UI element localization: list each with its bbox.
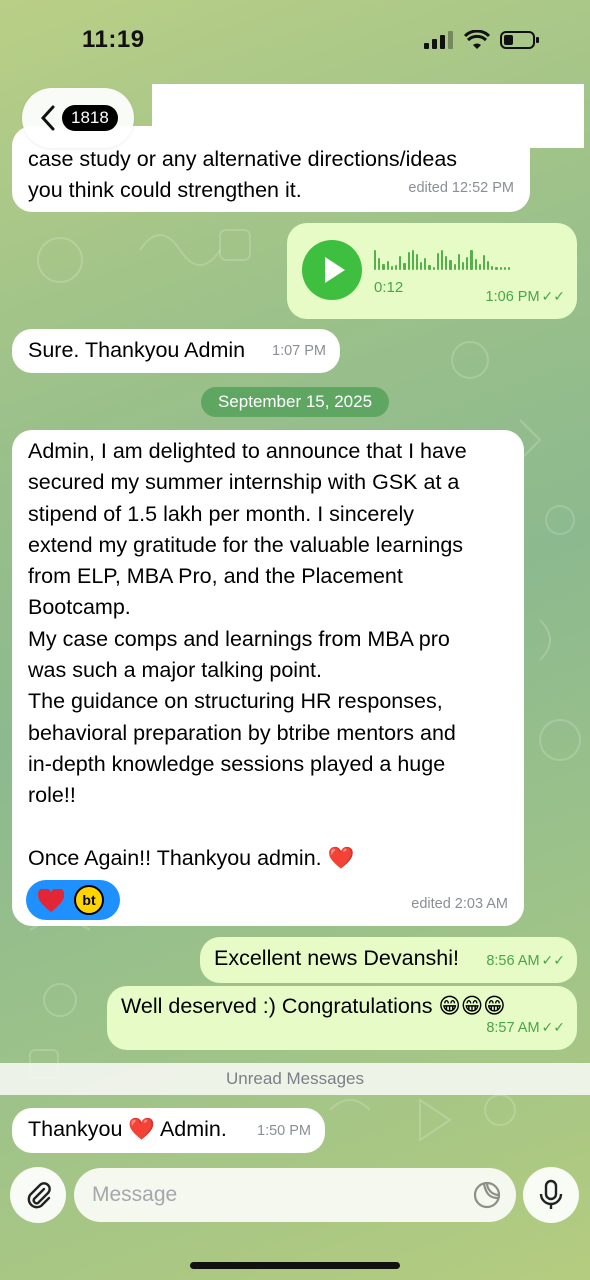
message-text-line: My case comps and learnings from MBA pro xyxy=(28,626,450,651)
status-bar: 11:19 xyxy=(0,0,590,80)
double-check-icon: ✓✓ xyxy=(541,1018,565,1035)
wifi-icon xyxy=(464,30,490,49)
message-time: 8:57 AM xyxy=(486,1019,540,1036)
message-bubble-incoming[interactable]: Thankyou ❤️ Admin. 1:50 PM xyxy=(12,1108,325,1153)
unread-count-badge: 1818 xyxy=(62,105,118,131)
message-text: Excellent news Devanshi! xyxy=(214,946,459,970)
date-separator: September 15, 2025 xyxy=(201,387,389,417)
message-time: edited 12:52 PM xyxy=(408,179,514,196)
message-bubble-outgoing[interactable]: Excellent news Devanshi! 8:56 AM ✓✓ xyxy=(200,937,577,983)
voice-duration: 0:12 xyxy=(374,279,404,296)
message-text-line: The guidance on structuring HR responses… xyxy=(28,689,443,714)
play-icon xyxy=(325,257,345,283)
message-bubble-incoming[interactable]: Admin, I am delighted to announce that I… xyxy=(12,430,524,926)
back-button[interactable]: 1818 xyxy=(22,88,134,148)
message-text-line: stipend of 1.5 lakh per month. I sincere… xyxy=(28,501,415,526)
attach-button[interactable] xyxy=(10,1167,66,1223)
message-time: 1:50 PM xyxy=(257,1122,311,1139)
message-bubble-outgoing[interactable]: Well deserved :) Congratulations 😁😁😁 8:5… xyxy=(107,986,577,1050)
message-text-line: case study or any alternative directions… xyxy=(28,147,458,171)
signal-icon xyxy=(424,31,453,49)
message-time: 1:06 PM xyxy=(485,288,540,305)
message-time: edited 2:03 AM xyxy=(411,895,508,912)
message-text-line: from ELP, MBA Pro, and the Placement xyxy=(28,564,403,589)
message-text-line xyxy=(28,812,508,843)
sticker-button[interactable] xyxy=(472,1180,502,1210)
voice-record-button[interactable] xyxy=(523,1167,579,1223)
double-check-icon: ✓✓ xyxy=(541,951,565,968)
chat-header-title[interactable] xyxy=(152,84,584,148)
double-check-icon: ✓✓ xyxy=(541,287,565,304)
unread-messages-separator: Unread Messages xyxy=(0,1063,590,1095)
message-time: 8:56 AM xyxy=(486,952,540,969)
message-time: 1:07 PM xyxy=(272,342,326,359)
message-text-line: role!! xyxy=(28,783,76,808)
message-text-line: in-depth knowledge sessions played a hug… xyxy=(28,751,446,776)
message-text-line: secured my summer internship with GSK at… xyxy=(28,470,460,495)
message-text-line: Once Again!! Thankyou admin. ❤️ xyxy=(28,845,355,870)
composer-bar: Message xyxy=(0,1160,590,1230)
message-meta: 8:57 AM ✓✓ xyxy=(486,1010,565,1044)
message-text-line: behavioral preparation by btribe mentors… xyxy=(28,720,456,745)
play-button[interactable] xyxy=(302,240,362,300)
heart-reaction-icon xyxy=(38,889,64,912)
message-meta: 8:56 AM ✓✓ xyxy=(486,943,565,977)
message-text: Thankyou ❤️ Admin. xyxy=(28,1117,227,1141)
message-text-line: extend my gratitude for the valuable lea… xyxy=(28,532,464,557)
message-text: Sure. Thankyou Admin xyxy=(28,338,246,362)
sticker-icon xyxy=(473,1181,501,1209)
home-indicator xyxy=(190,1262,400,1269)
message-bubble-incoming[interactable]: Sure. Thankyou Admin 1:07 PM xyxy=(12,329,340,373)
message-text-line: Bootcamp. xyxy=(28,595,131,620)
voice-waveform[interactable] xyxy=(374,244,511,270)
message-text-line: was such a major talking point. xyxy=(28,658,322,683)
message-meta: 1:06 PM ✓✓ xyxy=(486,279,565,313)
reactions-pill[interactable]: bt xyxy=(26,880,120,920)
bt-avatar-reaction: bt xyxy=(74,885,104,915)
message-text: Admin, I am delighted to announce that I… xyxy=(28,436,508,874)
status-time: 11:19 xyxy=(82,26,145,53)
voice-message-bubble[interactable]: 0:12 1:06 PM ✓✓ xyxy=(287,223,577,319)
status-icons xyxy=(424,30,540,50)
microphone-icon xyxy=(539,1179,563,1209)
paperclip-icon xyxy=(27,1182,51,1209)
battery-icon xyxy=(500,31,539,49)
message-text-line: Admin, I am delighted to announce that I… xyxy=(28,439,467,463)
chevron-left-icon xyxy=(40,105,55,131)
message-input[interactable]: Message xyxy=(74,1168,516,1222)
